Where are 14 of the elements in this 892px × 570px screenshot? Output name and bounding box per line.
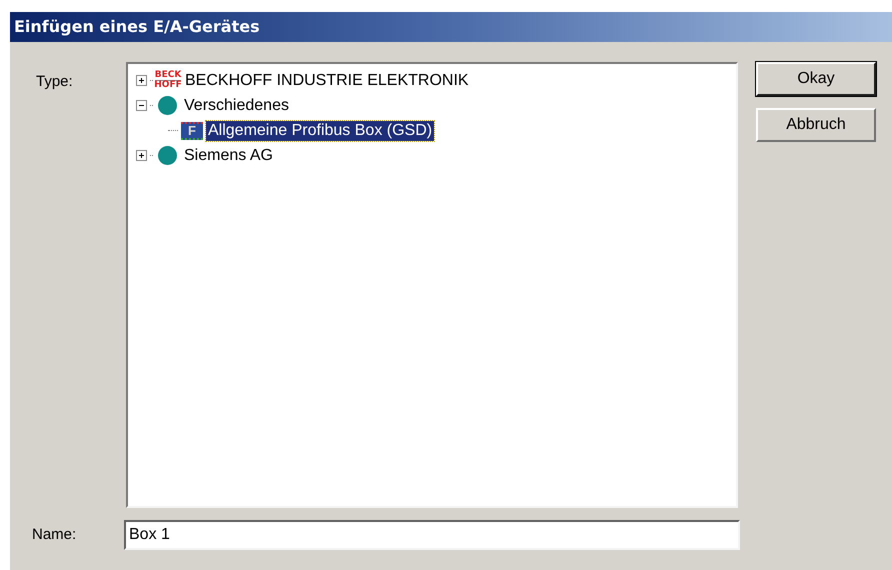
tree-item-label[interactable]: Verschiedenes — [182, 96, 291, 116]
tree-item-label[interactable]: Siemens AG — [182, 146, 275, 166]
name-label: Name: — [32, 526, 76, 543]
tree-item-label[interactable]: BECKHOFF INDUSTRIE ELEKTRONIK — [183, 70, 471, 90]
expand-toggle[interactable] — [136, 150, 147, 161]
collapse-toggle[interactable] — [136, 100, 147, 111]
device-icon: F — [181, 122, 203, 140]
dialog-button[interactable]: Okay — [756, 62, 876, 96]
dialog-button[interactable]: Abbruch — [756, 108, 876, 142]
window-title: Einfügen eines E/A-Gerätes — [14, 16, 260, 38]
tree-item-label[interactable]: Allgemeine Profibus Box (GSD) — [206, 120, 434, 140]
expand-toggle[interactable] — [136, 75, 147, 86]
type-label: Type: — [36, 73, 73, 90]
name-field[interactable]: Box 1 — [124, 520, 740, 550]
